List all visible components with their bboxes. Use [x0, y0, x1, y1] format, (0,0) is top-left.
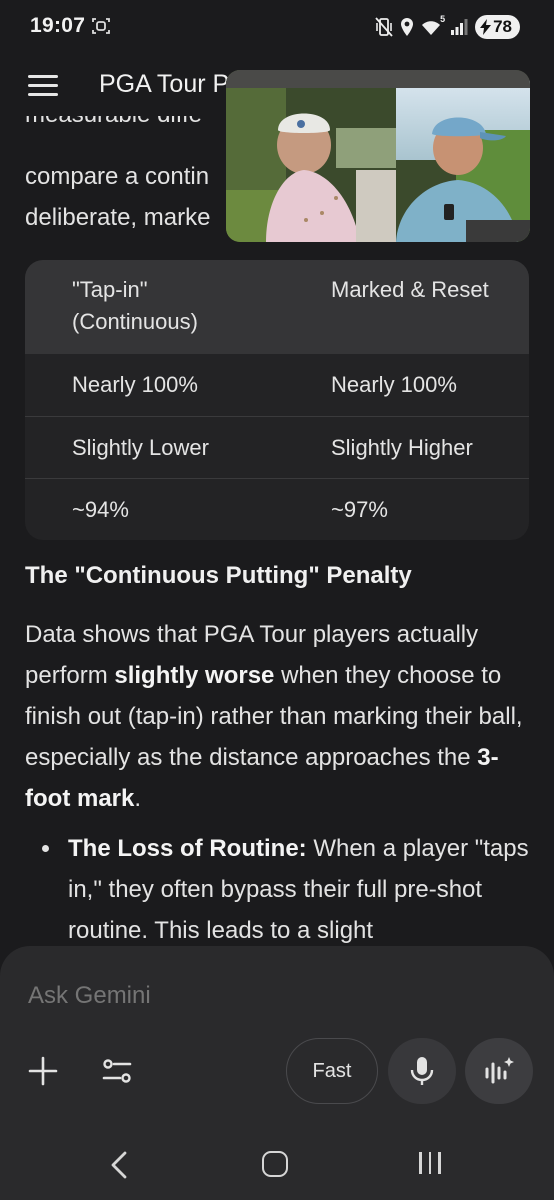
table-cell: Nearly 100% [72, 372, 198, 397]
table-row: ~94% ~97% [25, 478, 529, 540]
list-item: The Loss of Routine: When a player "taps… [25, 828, 540, 946]
table-cell: Nearly 100% [331, 372, 457, 397]
input-panel: Fast [0, 946, 554, 1130]
table-cell: Slightly Higher [331, 434, 473, 460]
video-frame [226, 70, 530, 242]
microphone-icon [410, 1057, 434, 1085]
microphone-button[interactable] [388, 1038, 456, 1104]
table-header-cell: Marked & Reset [331, 277, 489, 302]
status-icons: 5 78 [375, 13, 520, 41]
system-nav-bar [0, 1130, 554, 1200]
plus-icon[interactable] [26, 1054, 60, 1088]
battery-level: 78 [493, 17, 512, 36]
wifi-badge: 5 [440, 14, 446, 24]
table-cell: ~97% [331, 496, 388, 522]
comparison-table: "Tap-in" (Continuous) Marked & Reset Nea… [25, 260, 529, 540]
body-paragraph: Data shows that PGA Tour players actuall… [25, 614, 540, 819]
conversation-title[interactable]: PGA Tour P [99, 70, 229, 99]
paragraph-text: . [134, 785, 142, 812]
wifi-icon [422, 21, 441, 35]
list-item-text: The Loss of Routine: When a player "taps… [68, 828, 540, 946]
screen-record-icon [92, 18, 110, 34]
model-mode-button[interactable]: Fast [286, 1038, 378, 1104]
list-item-bold: The Loss of Routine: [68, 835, 307, 862]
live-waveform-icon [485, 1057, 514, 1084]
table-row: Nearly 100% Nearly 100% [25, 354, 529, 416]
back-icon[interactable] [109, 1150, 129, 1180]
signal-icon [451, 19, 468, 35]
status-bar: 19:07 5 78 [0, 0, 554, 56]
vibrate-mute-icon [375, 17, 393, 37]
table-row: Slightly Lower Slightly Higher [25, 416, 529, 478]
live-button[interactable] [465, 1038, 533, 1104]
bullet-icon [42, 845, 49, 852]
table-cell: ~94% [72, 496, 129, 522]
pip-video[interactable] [226, 70, 530, 242]
section-heading: The "Continuous Putting" Penalty [25, 562, 412, 589]
table-header-cell: "Tap-in" (Continuous) [72, 277, 198, 334]
table-header-row: "Tap-in" (Continuous) Marked & Reset [25, 260, 529, 354]
battery-charging-icon [480, 19, 492, 35]
home-icon[interactable] [262, 1151, 288, 1177]
recent-apps-icon[interactable] [419, 1152, 441, 1174]
ask-gemini-input[interactable] [28, 982, 508, 1010]
hamburger-menu-icon[interactable] [28, 75, 58, 97]
status-time: 19:07 [30, 14, 86, 37]
wifi-indicator: 5 [421, 14, 446, 37]
battery-indicator: 78 [475, 15, 520, 39]
paragraph-bold: slightly worse [114, 662, 275, 689]
tools-sliders-icon[interactable] [100, 1054, 134, 1088]
location-icon [401, 18, 414, 36]
table-cell: Slightly Lower [72, 434, 209, 460]
